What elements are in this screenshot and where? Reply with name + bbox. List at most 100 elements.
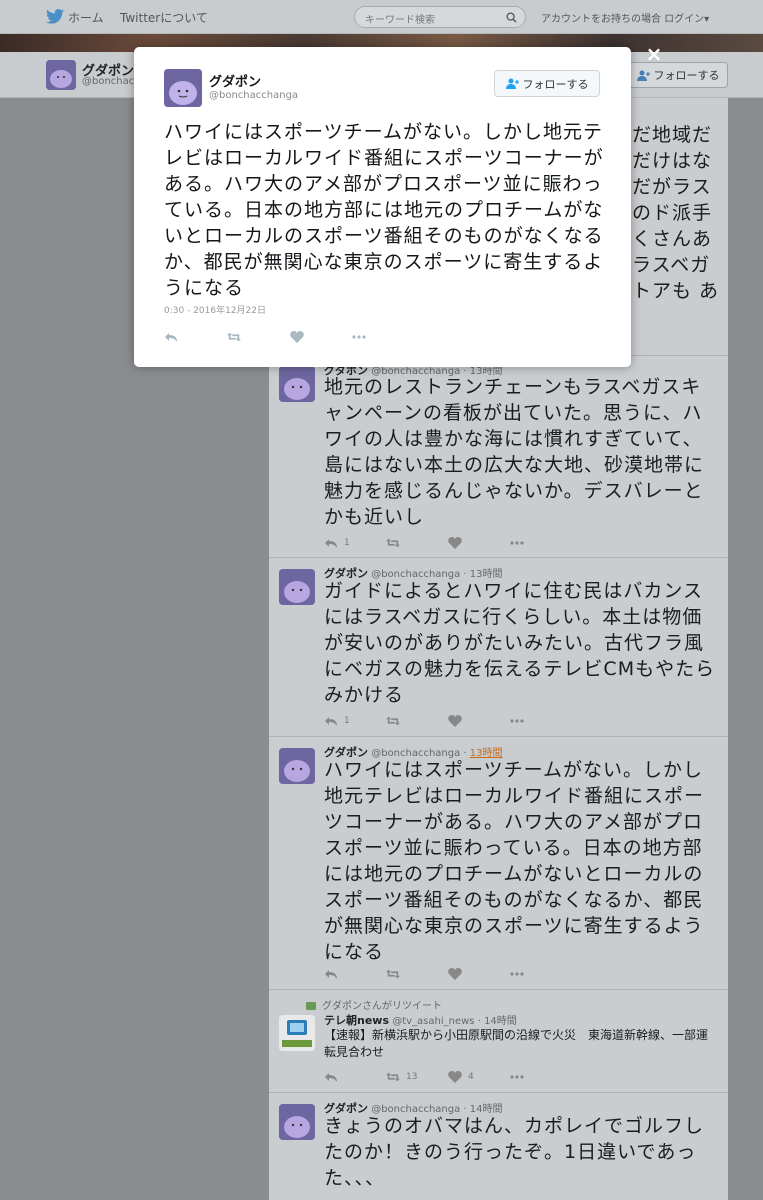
search-input[interactable]: キーワード検索 bbox=[354, 6, 526, 28]
login-link[interactable]: アカウントをお持ちの場合 ログイン▾ bbox=[541, 10, 709, 25]
retweet-count: 13 bbox=[406, 1072, 418, 1082]
top-navigation: ホーム Twitterについて キーワード検索 アカウントをお持ちの場合 ログイ… bbox=[0, 0, 763, 34]
modal-author-handle[interactable]: @bonchacchanga bbox=[209, 90, 298, 101]
twitter-bird-icon[interactable] bbox=[46, 9, 64, 24]
partial-text-column: だ地域だ だけはな だがラス のド派手 くさんあ ラスベガ トアも あ bbox=[632, 122, 732, 304]
modal-timestamp[interactable]: 0:30 - 2016年12月22日 bbox=[164, 303, 266, 316]
reply-count: 1 bbox=[344, 538, 350, 548]
tweet-time[interactable]: 14時間 bbox=[484, 1016, 517, 1027]
tweet-header: テレ朝news @tv_asahi_news · 14時間 bbox=[324, 1014, 517, 1027]
tweet-text: 地元のレストランチェーンもラスベガスキャンペーンの看板が出ていた。思うに、ハワイ… bbox=[324, 376, 705, 528]
retweet-icon bbox=[386, 538, 400, 548]
reply-icon bbox=[325, 539, 337, 548]
like-button[interactable] bbox=[448, 966, 462, 982]
partial-line: だけはな bbox=[632, 150, 713, 172]
partial-line: トアも あ bbox=[632, 280, 720, 302]
tweet-text: 【速報】新横浜駅から小田原駅間の沿線で火災 東海道新幹線、一部運転見合わせ bbox=[324, 1028, 709, 1059]
retweet-small-icon bbox=[306, 1002, 316, 1010]
modal-tweet-actions bbox=[164, 329, 424, 345]
like-icon bbox=[448, 968, 462, 980]
follow-person-icon bbox=[505, 78, 519, 89]
retweet-button[interactable] bbox=[386, 535, 406, 551]
partial-line: くさんあ bbox=[632, 228, 713, 250]
reply-button[interactable]: 1 bbox=[324, 535, 350, 551]
tweet[interactable]: グダポン @bonchacchanga · 13時間 地元のレストランチェーンも… bbox=[269, 356, 728, 558]
avatar[interactable] bbox=[279, 1104, 315, 1140]
retweet-icon bbox=[386, 716, 400, 726]
partial-line: だ地域だ bbox=[632, 124, 713, 146]
tweet-author-handle[interactable]: @tv_asahi_news bbox=[392, 1016, 474, 1027]
tweet-author-name[interactable]: テレ朝news bbox=[324, 1014, 389, 1027]
tweet-actions: 1 bbox=[324, 713, 584, 729]
reply-icon bbox=[325, 970, 337, 979]
more-icon bbox=[510, 972, 524, 976]
more-button[interactable] bbox=[510, 966, 524, 982]
avatar[interactable] bbox=[164, 69, 202, 107]
like-icon bbox=[448, 537, 462, 549]
modal-author-name[interactable]: グダポン bbox=[209, 71, 261, 90]
partial-line: ラスベガ bbox=[632, 254, 711, 276]
avatar[interactable] bbox=[279, 569, 315, 605]
like-count: 4 bbox=[468, 1072, 474, 1082]
close-icon[interactable]: × bbox=[644, 44, 664, 64]
follow-person-icon bbox=[636, 70, 650, 81]
reply-button[interactable] bbox=[164, 329, 178, 345]
nav-about-link[interactable]: Twitterについて bbox=[120, 9, 208, 26]
tweet-modal: グダポン @bonchacchanga フォローする ハワイにはスポーツチームが… bbox=[134, 47, 631, 367]
more-button[interactable] bbox=[352, 329, 366, 345]
more-icon bbox=[510, 1075, 524, 1079]
tweet[interactable]: グダポン @bonchacchanga · 13時間 ハワイにはスポーツチームが… bbox=[269, 738, 728, 990]
search-icon[interactable] bbox=[506, 12, 517, 23]
tweet[interactable]: グダポン @bonchacchanga · 14時間 きょうのオバマはん、カポレ… bbox=[269, 1094, 728, 1200]
tweet[interactable]: グダポン @bonchacchanga · 13時間 ガイドによるとハワイに住む… bbox=[269, 559, 728, 737]
like-icon bbox=[448, 715, 462, 727]
like-icon bbox=[290, 331, 304, 343]
reply-button[interactable] bbox=[324, 1069, 338, 1085]
like-button[interactable]: 4 bbox=[448, 1069, 474, 1085]
reply-icon bbox=[325, 1073, 337, 1082]
more-icon bbox=[510, 719, 524, 723]
modal-follow-label: フォローする bbox=[522, 77, 589, 91]
follow-button[interactable]: フォローする bbox=[628, 62, 728, 88]
partial-line: だがラス bbox=[632, 176, 712, 198]
avatar[interactable] bbox=[279, 366, 315, 402]
nav-home-link[interactable]: ホーム bbox=[68, 9, 104, 26]
avatar[interactable] bbox=[279, 1015, 315, 1051]
like-icon bbox=[448, 1071, 462, 1083]
retweet-button[interactable] bbox=[386, 966, 400, 982]
profile-handle: @bonchacc bbox=[82, 76, 140, 87]
retweet-button[interactable] bbox=[386, 713, 406, 729]
more-icon bbox=[352, 335, 366, 339]
like-button[interactable] bbox=[448, 535, 468, 551]
like-button[interactable] bbox=[290, 329, 304, 345]
reply-button[interactable] bbox=[324, 966, 338, 982]
retweet-button[interactable] bbox=[227, 329, 241, 345]
partial-line: のド派手 bbox=[632, 202, 713, 224]
tweet-retweeted[interactable]: グダポンさんがリツイート テレ朝news @tv_asahi_news · 14… bbox=[269, 991, 728, 1093]
tweet-actions bbox=[324, 966, 584, 982]
modal-tweet-text: ハワイにはスポーツチームがない。しかし地元テレビはローカルワイド番組にスポーツコ… bbox=[164, 121, 604, 299]
tweet-text: ハワイにはスポーツチームがない。しかし地元テレビはローカルワイド番組にスポーツコ… bbox=[324, 759, 705, 963]
more-button[interactable] bbox=[510, 713, 524, 729]
more-icon bbox=[510, 541, 524, 545]
tweet-text: ガイドによるとハワイに住む民はバカンスにはラスベガスに行くらしい。本土は物価が安… bbox=[324, 580, 716, 706]
more-button[interactable] bbox=[510, 1069, 524, 1085]
reply-icon bbox=[165, 333, 177, 342]
reply-button[interactable]: 1 bbox=[324, 713, 350, 729]
search-placeholder: キーワード検索 bbox=[365, 15, 435, 26]
tweet-text: きょうのオバマはん、カポレイでゴルフしたのか！きのう行ったぞ。1日違いであった、… bbox=[324, 1115, 705, 1189]
avatar[interactable] bbox=[279, 748, 315, 784]
retweet-label: グダポンさんがリツイート bbox=[306, 997, 442, 1012]
like-button[interactable] bbox=[448, 713, 468, 729]
tweet-actions: 1 bbox=[324, 535, 584, 551]
modal-follow-button[interactable]: フォローする bbox=[494, 70, 600, 97]
reply-icon bbox=[325, 717, 337, 726]
retweet-label-text: グダポンさんがリツイート bbox=[322, 1001, 442, 1012]
retweet-icon bbox=[386, 1072, 400, 1082]
tweet-actions: 13 4 bbox=[324, 1069, 584, 1085]
retweet-icon bbox=[227, 332, 241, 342]
more-button[interactable] bbox=[510, 535, 524, 551]
reply-count: 1 bbox=[344, 716, 350, 726]
avatar[interactable] bbox=[46, 60, 76, 90]
retweet-button[interactable]: 13 bbox=[386, 1069, 417, 1085]
